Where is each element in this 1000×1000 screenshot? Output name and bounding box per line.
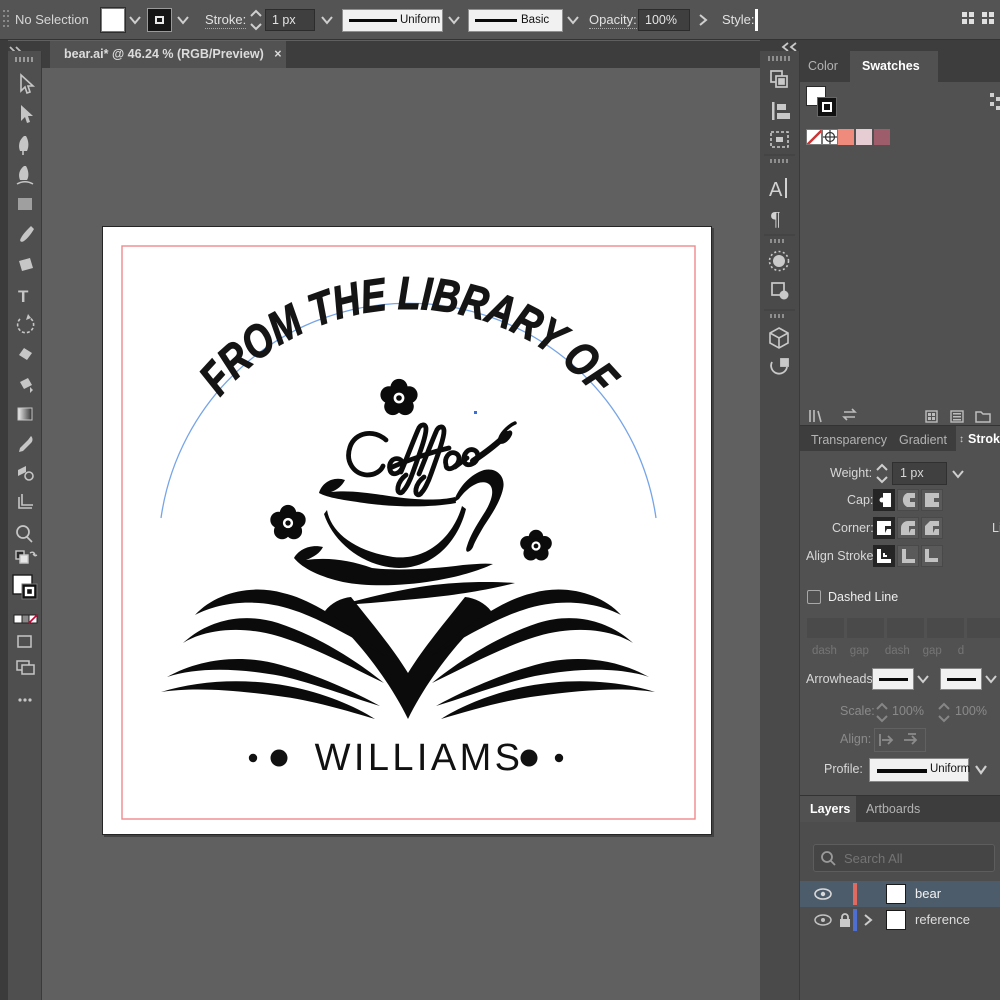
svg-text:FROM THE LIBRARY OF: FROM THE LIBRARY OF (189, 267, 629, 405)
svg-text:T: T (18, 287, 29, 306)
svg-text:¶: ¶ (771, 208, 780, 230)
svg-text:A: A (769, 179, 783, 201)
svg-text:WILLIAMS: WILLIAMS (315, 737, 524, 779)
